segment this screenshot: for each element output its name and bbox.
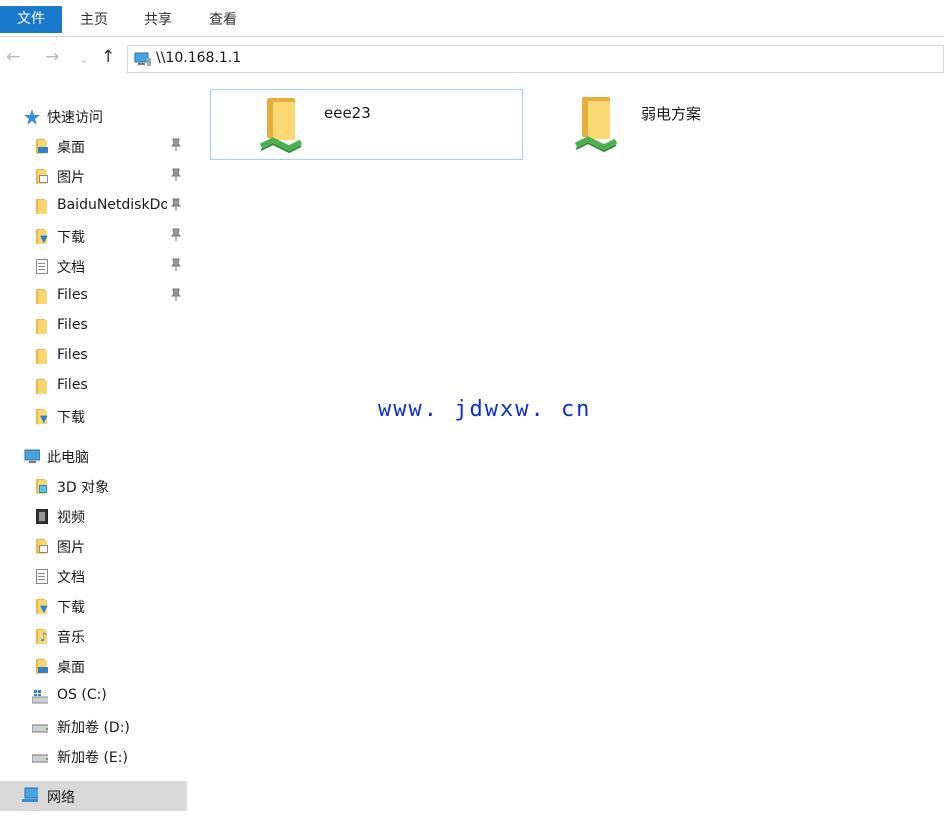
tab-file[interactable]: 文件 [0, 6, 62, 33]
videos-icon [34, 509, 50, 524]
sidebar-label: 此电脑 [47, 450, 89, 466]
windows-drive-icon [32, 690, 48, 704]
sidebar-item-pictures[interactable]: 图片 [0, 161, 187, 191]
sidebar-label: 下载 [57, 600, 85, 616]
sidebar-item-files[interactable]: Files [0, 311, 187, 341]
documents-icon [34, 569, 50, 584]
music-folder-icon: ♪ [34, 629, 50, 644]
sidebar-label: 快速访问 [47, 110, 103, 126]
folder-name: eee23 [324, 104, 371, 122]
sidebar-item-desktop[interactable]: 桌面 [0, 131, 187, 161]
sidebar-label: 下载 [57, 410, 85, 426]
pin-icon[interactable] [170, 258, 182, 272]
content-pane: eee23 弱电方案 [190, 76, 944, 827]
desktop-folder-icon [34, 659, 50, 674]
folder-icon [34, 319, 50, 334]
sidebar-label: 3D 对象 [57, 480, 110, 496]
up-arrow-icon[interactable]: ↑ [101, 47, 115, 67]
sidebar-label: 新加卷 (D:) [57, 720, 130, 736]
tab-view[interactable]: 查看 [197, 7, 249, 33]
star-icon [24, 109, 40, 124]
downloads-folder-icon: ▼ [34, 409, 50, 425]
folder-icon [34, 349, 50, 364]
pictures-folder-icon [34, 169, 50, 184]
sidebar-item-drive-c[interactable]: OS (C:) [0, 681, 187, 711]
sidebar-label: Files [57, 287, 88, 303]
computer-icon [24, 449, 40, 463]
documents-icon [34, 259, 50, 274]
sidebar-item-downloads[interactable]: ▼ 下载 [0, 591, 187, 621]
desktop-folder-icon [34, 139, 50, 154]
sidebar-network[interactable]: 网络 [0, 781, 187, 811]
sidebar-item-desktop[interactable]: 桌面 [0, 651, 187, 681]
3d-objects-icon [34, 479, 50, 494]
shared-folder-icon [574, 97, 620, 155]
sidebar-this-pc[interactable]: 此电脑 [0, 441, 187, 471]
pin-icon[interactable] [170, 138, 182, 152]
address-bar[interactable]: \\10.168.1.1 [127, 45, 944, 73]
folder-name: 弱电方案 [641, 105, 702, 123]
sidebar-label: 网络 [47, 790, 75, 806]
sidebar-item-drive-d[interactable]: 新加卷 (D:) [0, 711, 187, 741]
tab-share[interactable]: 共享 [132, 7, 184, 33]
watermark-text: www. jdwxw. cn [378, 397, 592, 422]
sidebar-item-videos[interactable]: 视频 [0, 501, 187, 531]
downloads-folder-icon: ▼ [34, 599, 50, 615]
sidebar-item-documents[interactable]: 文档 [0, 251, 187, 281]
recent-locations-chevron-icon[interactable]: ⌄ [79, 50, 88, 70]
sidebar-item-pictures[interactable]: 图片 [0, 531, 187, 561]
sidebar-quick-access[interactable]: 快速访问 [0, 101, 187, 131]
pin-icon[interactable] [170, 288, 182, 302]
drive-icon [32, 724, 48, 733]
downloads-folder-icon: ▼ [34, 229, 50, 245]
sidebar-label: Files [57, 347, 88, 363]
back-arrow-icon[interactable]: ← [6, 47, 20, 67]
sidebar-item-downloads[interactable]: ▼ 下载 [0, 221, 187, 251]
network-folder-tile[interactable]: 弱电方案 [528, 89, 841, 160]
tab-home[interactable]: 主页 [68, 7, 120, 33]
sidebar-label: BaiduNetdiskDownload [57, 197, 167, 213]
sidebar-label: 图片 [57, 540, 85, 556]
sidebar-label: Files [57, 317, 88, 333]
network-icon [22, 787, 38, 802]
navigation-pane: 快速访问 桌面 图片 BaiduNetdiskDownload ▼ 下载 [0, 76, 190, 827]
shared-folder-icon [259, 98, 305, 156]
address-path: \\10.168.1.1 [156, 50, 242, 66]
sidebar-label: 音乐 [57, 630, 85, 646]
sidebar-label: 下载 [57, 230, 85, 246]
sidebar-label: 桌面 [57, 140, 85, 156]
pin-icon[interactable] [170, 168, 182, 182]
pictures-folder-icon [34, 539, 50, 554]
folder-icon [34, 199, 50, 214]
network-folder-tile[interactable]: eee23 [210, 89, 523, 160]
sidebar-label: Files [57, 377, 88, 393]
sidebar-item-drive-e[interactable]: 新加卷 (E:) [0, 741, 187, 771]
sidebar-label: 文档 [57, 570, 85, 586]
sidebar-item-downloads[interactable]: ▼ 下载 [0, 401, 187, 431]
sidebar-item-files[interactable]: Files [0, 371, 187, 401]
folder-icon [34, 379, 50, 394]
sidebar-item-documents[interactable]: 文档 [0, 561, 187, 591]
sidebar-item-files[interactable]: Files [0, 341, 187, 371]
sidebar-label: OS (C:) [57, 687, 107, 703]
network-computer-icon [134, 52, 151, 66]
pin-icon[interactable] [170, 228, 182, 242]
pin-icon[interactable] [170, 198, 182, 212]
sidebar-label: 视频 [57, 510, 85, 526]
sidebar-label: 新加卷 (E:) [57, 750, 128, 766]
sidebar-label: 图片 [57, 170, 85, 186]
folder-icon [34, 289, 50, 304]
drive-icon [32, 754, 48, 763]
ribbon: 文件 主页 共享 查看 [0, 0, 944, 37]
sidebar-item-3d-objects[interactable]: 3D 对象 [0, 471, 187, 501]
sidebar-label: 文档 [57, 260, 85, 276]
sidebar-item-files[interactable]: Files [0, 281, 187, 311]
sidebar-item-music[interactable]: ♪ 音乐 [0, 621, 187, 651]
sidebar-label: 桌面 [57, 660, 85, 676]
sidebar-item-baidunetdisk[interactable]: BaiduNetdiskDownload [0, 191, 187, 221]
forward-arrow-icon[interactable]: → [45, 47, 59, 67]
